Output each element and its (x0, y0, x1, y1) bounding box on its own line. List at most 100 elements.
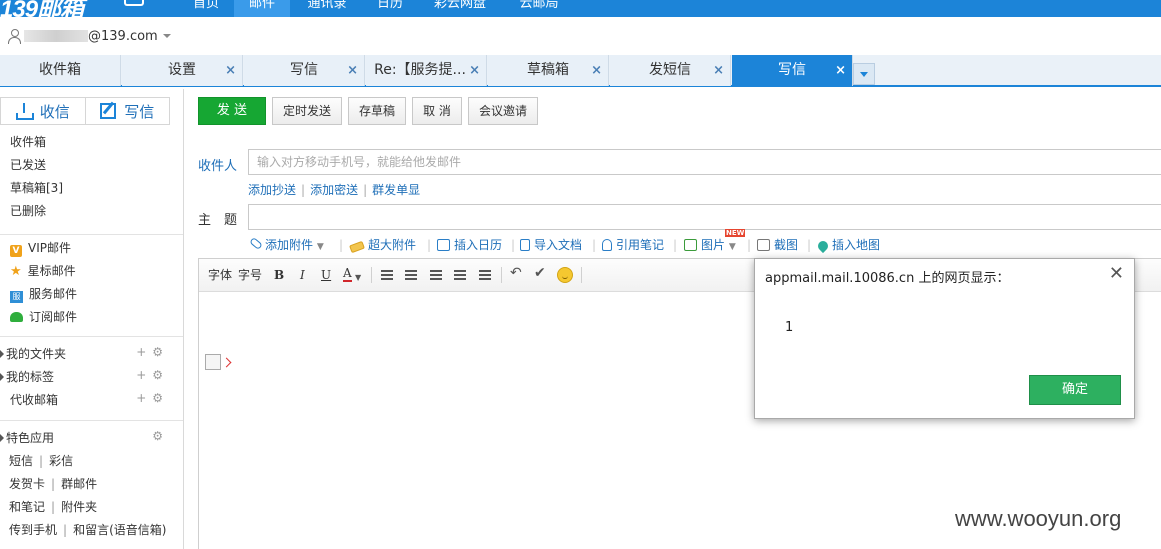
tab-compose-active[interactable]: 写信 × (732, 55, 853, 86)
group-proxy-mailbox[interactable]: 代收邮箱 (10, 391, 58, 409)
app-sms[interactable]: 短信 (9, 454, 33, 468)
account-switcher[interactable]: @139.com (8, 27, 171, 45)
recipient-label[interactable]: 收件人 (198, 155, 237, 174)
tab-inbox[interactable]: 收件箱 (0, 55, 121, 86)
folder-service[interactable]: 服服务邮件 (10, 285, 77, 303)
add-attachment-label: 添加附件 (265, 238, 314, 252)
subject-input[interactable] (248, 204, 1161, 230)
close-icon[interactable]: × (835, 55, 846, 86)
receive-button[interactable]: 收信 (1, 98, 85, 124)
tab-compose[interactable]: 写信 × (244, 55, 365, 86)
format-painter-icon[interactable]: ✔ (534, 265, 546, 281)
close-icon[interactable]: × (469, 55, 480, 86)
folder-subscription[interactable]: 订阅邮件 (10, 308, 77, 326)
close-icon[interactable]: × (225, 55, 236, 86)
close-icon[interactable]: × (591, 55, 602, 86)
app-switch-icon[interactable] (124, 0, 144, 6)
tab-overflow-button[interactable] (853, 63, 875, 85)
compose-button[interactable]: 写信 (84, 98, 170, 124)
compose-icon (100, 103, 117, 119)
tab-drafts[interactable]: 草稿箱 × (488, 55, 609, 86)
quote-note-button[interactable]: 引用笔记 (602, 236, 664, 254)
numbered-list-icon[interactable] (479, 270, 491, 280)
folder-deleted[interactable]: 已删除 (10, 202, 46, 220)
tab-sms[interactable]: 发短信 × (610, 55, 731, 86)
import-doc-button[interactable]: 导入文档 (520, 236, 582, 254)
app-greeting-card[interactable]: 发贺卡 (9, 477, 45, 491)
undo-icon[interactable]: ↶ (510, 265, 522, 281)
app-send-to-phone[interactable]: 传到手机 (9, 523, 57, 537)
tag-tools[interactable]: +⚙ (136, 368, 169, 382)
nav-cloud-post[interactable]: 云邮局 (508, 0, 570, 17)
folder-service-label: 服务邮件 (29, 287, 78, 301)
service-icon: 服 (10, 291, 23, 303)
timed-send-button[interactable]: 定时发送 (272, 97, 342, 125)
apps-row: 和笔记 | 附件夹 (9, 500, 98, 514)
screenshot-button[interactable]: 截图 (757, 236, 798, 254)
divider: | (747, 238, 752, 252)
group-my-folders[interactable]: 我的文件夹 (0, 345, 66, 363)
folder-vip[interactable]: V VIP邮件 (10, 239, 71, 257)
large-attachment-button[interactable]: 超大附件 (349, 236, 416, 254)
close-icon[interactable]: ✕ (1109, 265, 1124, 283)
cancel-button[interactable]: 取 消 (412, 97, 462, 125)
folder-starred[interactable]: ★ 星标邮件 (10, 262, 76, 280)
italic-button[interactable]: I (300, 267, 305, 283)
gear-icon[interactable]: ⚙ (152, 429, 169, 443)
new-badge: NEW (725, 229, 746, 237)
bullet-list-icon[interactable] (454, 270, 466, 280)
app-mms[interactable]: 彩信 (49, 454, 73, 468)
folder-tools[interactable]: +⚙ (136, 345, 169, 359)
bold-button[interactable]: B (274, 267, 284, 283)
text-color-button[interactable]: A (343, 267, 352, 282)
close-icon[interactable]: × (347, 55, 358, 86)
close-icon[interactable]: × (713, 55, 724, 86)
tab-reply[interactable]: Re:【服务提... × (366, 55, 487, 86)
underline-button[interactable]: U (321, 267, 331, 283)
nav-home[interactable]: 首页 (180, 0, 232, 17)
insert-calendar-button[interactable]: 插入日历 (437, 236, 502, 254)
meeting-invite-button[interactable]: 会议邀请 (468, 97, 538, 125)
tab-settings[interactable]: 设置 × (122, 55, 243, 86)
insert-image-label: 图片 (701, 238, 726, 252)
nav-calendar[interactable]: 日历 (364, 0, 416, 17)
align-center-icon[interactable] (405, 270, 417, 280)
separate-send-link[interactable]: 群发单显 (372, 183, 420, 197)
add-attachment-button[interactable]: 添加附件 ▼ (249, 236, 324, 256)
emoji-icon[interactable] (557, 267, 573, 283)
apps-header[interactable]: 特色应用 (0, 429, 54, 447)
add-bcc-link[interactable]: 添加密送 (310, 183, 358, 197)
folder-inbox[interactable]: 收件箱 (10, 133, 46, 151)
font-size-button[interactable]: 字号 (238, 267, 262, 283)
insert-map-button[interactable]: 插入地图 (815, 236, 880, 254)
insert-image-button[interactable]: 图片 ▼ (684, 236, 736, 256)
app-voicemail[interactable]: 和留言(语音信箱) (73, 523, 166, 537)
save-draft-button[interactable]: 存草稿 (348, 97, 406, 125)
font-family-button[interactable]: 字体 (208, 267, 232, 283)
app-notes[interactable]: 和笔记 (9, 500, 45, 514)
calendar-icon (437, 239, 450, 251)
folder-vip-label: VIP邮件 (28, 241, 71, 255)
folder-subscription-label: 订阅邮件 (29, 310, 78, 324)
nav-mail[interactable]: 邮件 (234, 0, 290, 17)
nav-contacts[interactable]: 通讯录 (296, 0, 358, 17)
screenshot-label: 截图 (774, 238, 799, 252)
send-button[interactable]: 发 送 (198, 97, 266, 125)
nav-cloud-drive[interactable]: 彩云网盘 (424, 0, 496, 17)
app-group-mail[interactable]: 群邮件 (61, 477, 97, 491)
align-right-icon[interactable] (430, 270, 442, 280)
image-icon (684, 239, 697, 251)
group-my-tags[interactable]: 我的标签 (0, 368, 54, 386)
divider: | (807, 238, 812, 252)
recipient-input[interactable]: 输入对方移动手机号，就能给他发邮件 (248, 149, 1161, 175)
folder-drafts[interactable]: 草稿箱[3] (10, 179, 63, 197)
folder-sent[interactable]: 已发送 (10, 156, 46, 174)
app-attachments[interactable]: 附件夹 (61, 500, 97, 514)
add-cc-link[interactable]: 添加抄送 (248, 183, 296, 197)
ok-button[interactable]: 确定 (1029, 375, 1121, 405)
sidebar: 收信 写信 收件箱 已发送 草稿箱[3] 已删除 V VIP邮件 ★ 星标邮件 服服… (0, 89, 184, 549)
divider (0, 234, 183, 235)
large-file-icon (349, 240, 365, 254)
align-left-icon[interactable] (381, 270, 393, 280)
proxy-tools[interactable]: +⚙ (136, 391, 169, 405)
